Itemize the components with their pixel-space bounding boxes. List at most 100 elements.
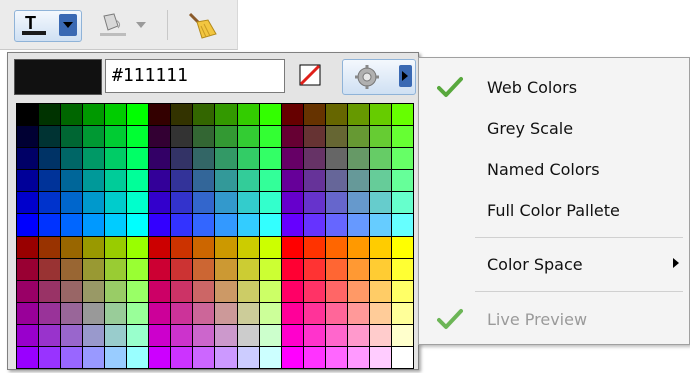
color-cell[interactable]	[325, 324, 347, 346]
color-cell[interactable]	[325, 148, 347, 170]
color-cell[interactable]	[347, 214, 369, 236]
color-cell[interactable]	[391, 236, 413, 258]
color-cell[interactable]	[369, 346, 391, 368]
color-cell[interactable]	[237, 148, 259, 170]
color-cell[interactable]	[391, 302, 413, 324]
color-cell[interactable]	[39, 214, 61, 236]
color-cell[interactable]	[215, 170, 237, 192]
color-cell[interactable]	[325, 104, 347, 126]
color-cell[interactable]	[171, 280, 193, 302]
color-cell[interactable]	[369, 280, 391, 302]
color-cell[interactable]	[325, 280, 347, 302]
color-cell[interactable]	[369, 302, 391, 324]
color-cell[interactable]	[171, 148, 193, 170]
color-cell[interactable]	[369, 126, 391, 148]
hex-color-input[interactable]: #111111	[105, 59, 285, 93]
color-cell[interactable]	[171, 192, 193, 214]
color-cell[interactable]	[39, 258, 61, 280]
color-cell[interactable]	[347, 280, 369, 302]
color-cell[interactable]	[171, 346, 193, 368]
color-cell[interactable]	[237, 236, 259, 258]
color-cell[interactable]	[237, 170, 259, 192]
color-cell[interactable]	[281, 280, 303, 302]
color-cell[interactable]	[17, 236, 39, 258]
color-cell[interactable]	[237, 126, 259, 148]
color-cell[interactable]	[105, 302, 127, 324]
no-color-icon[interactable]	[299, 64, 321, 86]
color-cell[interactable]	[215, 148, 237, 170]
color-cell[interactable]	[149, 104, 171, 126]
color-cell[interactable]	[303, 192, 325, 214]
color-cell[interactable]	[127, 258, 149, 280]
color-cell[interactable]	[281, 170, 303, 192]
color-cell[interactable]	[347, 104, 369, 126]
color-cell[interactable]	[61, 214, 83, 236]
color-cell[interactable]	[105, 214, 127, 236]
color-cell[interactable]	[369, 170, 391, 192]
color-cell[interactable]	[215, 192, 237, 214]
color-cell[interactable]	[83, 214, 105, 236]
color-cell[interactable]	[105, 192, 127, 214]
color-cell[interactable]	[215, 346, 237, 368]
color-cell[interactable]	[281, 302, 303, 324]
color-cell[interactable]	[347, 148, 369, 170]
color-cell[interactable]	[61, 148, 83, 170]
color-cell[interactable]	[149, 258, 171, 280]
color-cell[interactable]	[17, 170, 39, 192]
color-cell[interactable]	[17, 126, 39, 148]
color-cell[interactable]	[303, 258, 325, 280]
color-cell[interactable]	[215, 104, 237, 126]
chevron-down-icon[interactable]	[59, 14, 77, 36]
color-cell[interactable]	[17, 302, 39, 324]
color-cell[interactable]	[149, 280, 171, 302]
menu-item-web-colors[interactable]: Web Colors	[419, 68, 689, 106]
color-cell[interactable]	[347, 258, 369, 280]
color-cell[interactable]	[369, 148, 391, 170]
color-cell[interactable]	[105, 104, 127, 126]
color-cell[interactable]	[303, 214, 325, 236]
color-cell[interactable]	[61, 346, 83, 368]
color-cell[interactable]	[303, 148, 325, 170]
color-cell[interactable]	[391, 280, 413, 302]
color-cell[interactable]	[105, 346, 127, 368]
color-cell[interactable]	[127, 236, 149, 258]
color-cell[interactable]	[347, 302, 369, 324]
color-cell[interactable]	[61, 236, 83, 258]
color-cell[interactable]	[237, 346, 259, 368]
color-cell[interactable]	[39, 302, 61, 324]
color-cell[interactable]	[303, 324, 325, 346]
color-cell[interactable]	[171, 258, 193, 280]
color-cell[interactable]	[347, 346, 369, 368]
color-cell[interactable]	[193, 170, 215, 192]
color-cell[interactable]	[259, 302, 281, 324]
menu-item-grey-scale[interactable]: Grey Scale	[419, 109, 689, 147]
color-cell[interactable]	[83, 302, 105, 324]
color-cell[interactable]	[237, 302, 259, 324]
color-cell[interactable]	[127, 148, 149, 170]
color-cell[interactable]	[281, 258, 303, 280]
color-cell[interactable]	[347, 324, 369, 346]
color-cell[interactable]	[149, 236, 171, 258]
color-cell[interactable]	[391, 148, 413, 170]
color-cell[interactable]	[193, 280, 215, 302]
color-cell[interactable]	[105, 236, 127, 258]
color-cell[interactable]	[83, 280, 105, 302]
color-cell[interactable]	[259, 280, 281, 302]
color-cell[interactable]	[105, 280, 127, 302]
color-cell[interactable]	[215, 126, 237, 148]
color-cell[interactable]	[369, 236, 391, 258]
color-cell[interactable]	[281, 324, 303, 346]
color-cell[interactable]	[281, 346, 303, 368]
color-cell[interactable]	[391, 126, 413, 148]
menu-item-full-color-pallete[interactable]: Full Color Pallete	[419, 191, 689, 229]
color-cell[interactable]	[259, 104, 281, 126]
color-cell[interactable]	[127, 104, 149, 126]
color-cell[interactable]	[325, 258, 347, 280]
color-cell[interactable]	[17, 192, 39, 214]
color-cell[interactable]	[215, 280, 237, 302]
color-cell[interactable]	[237, 192, 259, 214]
color-cell[interactable]	[83, 258, 105, 280]
color-cell[interactable]	[127, 324, 149, 346]
color-cell[interactable]	[127, 346, 149, 368]
color-cell[interactable]	[259, 346, 281, 368]
